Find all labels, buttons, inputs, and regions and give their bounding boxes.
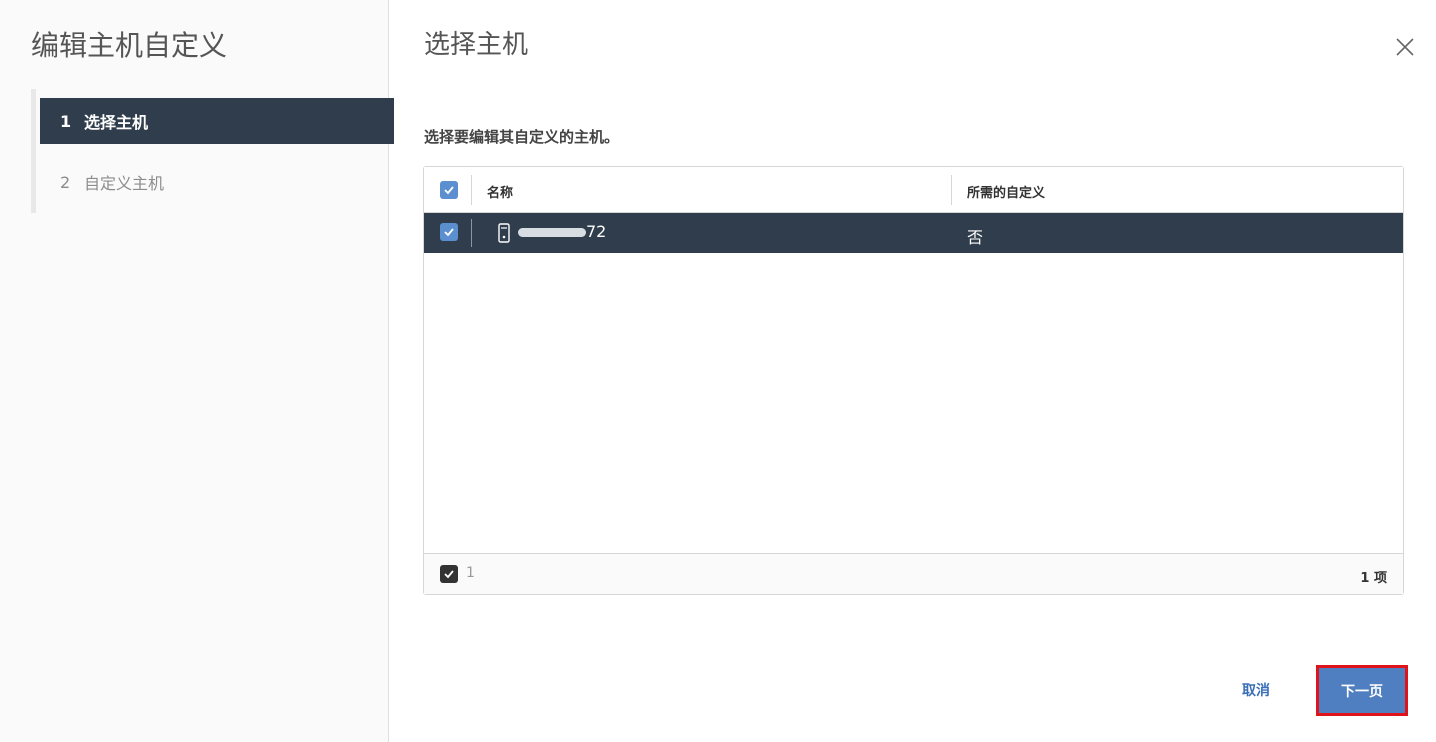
instructions-text: 选择要编辑其自定义的主机。	[424, 128, 620, 146]
select-all-checkbox[interactable]	[440, 181, 458, 199]
row-checkbox[interactable]	[440, 223, 458, 241]
step-label: 自定义主机	[84, 174, 165, 193]
wizard-title: 编辑主机自定义	[31, 29, 228, 62]
cancel-button[interactable]: 取消	[1228, 670, 1284, 710]
check-icon	[444, 570, 454, 579]
column-header-customization[interactable]: 所需的自定义	[967, 182, 1045, 201]
host-name-suffix: 72	[586, 222, 607, 241]
close-icon	[1396, 38, 1414, 56]
page-title: 选择主机	[424, 30, 529, 60]
table-row[interactable]: 72 否	[424, 213, 1403, 253]
item-count: 1 项	[1360, 571, 1387, 586]
column-divider	[471, 175, 472, 205]
selected-count: 1	[466, 565, 475, 581]
column-resize-handle[interactable]	[951, 175, 952, 205]
column-header-name[interactable]: 名称	[487, 182, 513, 201]
check-icon	[444, 186, 454, 195]
next-button[interactable]: 下一页	[1316, 665, 1408, 716]
step-label: 选择主机	[84, 113, 149, 132]
column-divider	[471, 219, 472, 247]
step-number: 1	[60, 111, 72, 131]
step-customize-host[interactable]: 2 自定义主机	[40, 159, 389, 205]
customization-required-value: 否	[967, 228, 984, 247]
close-button[interactable]	[1393, 35, 1417, 59]
step-number: 2	[60, 172, 71, 192]
redacted-hostname	[518, 228, 586, 237]
grid-footer: 1 1 项	[424, 553, 1403, 594]
selected-items-toggle[interactable]	[440, 565, 458, 583]
step-select-host[interactable]: 1 选择主机	[40, 98, 394, 144]
host-grid: 名称 所需的自定义 72 否 1 1 项	[423, 166, 1404, 595]
host-icon	[498, 223, 510, 243]
check-icon	[444, 228, 454, 237]
grid-header: 名称 所需的自定义	[424, 167, 1403, 213]
wizard-sidebar: 编辑主机自定义 1 选择主机 2 自定义主机	[0, 0, 394, 742]
